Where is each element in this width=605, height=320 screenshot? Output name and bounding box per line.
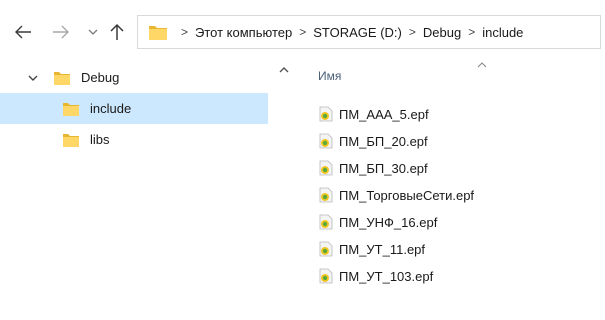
tree-item-label: include: [90, 101, 132, 116]
navigation-pane: Debug include libs: [0, 62, 280, 320]
content-pane: Имя ПМ_ААА_5.epf ПМ_БП_20.epf ПМ_БП_30.e…: [291, 62, 605, 320]
folder-icon: [149, 26, 167, 40]
file-item[interactable]: ПМ_УТ_103.epf: [319, 264, 433, 288]
tree-item-label: Debug: [81, 70, 120, 85]
file-item[interactable]: ПМ_ААА_5.epf: [319, 102, 429, 126]
file-item[interactable]: ПМ_БП_20.epf: [319, 129, 428, 153]
sort-ascending-icon: [477, 62, 487, 68]
epf-file-icon: [319, 187, 333, 203]
back-button[interactable]: [10, 20, 36, 44]
breadcrumb-item-include[interactable]: include: [482, 25, 523, 40]
breadcrumb-item-debug[interactable]: Debug: [423, 25, 461, 40]
folder-icon: [54, 71, 70, 85]
scroll-up-icon[interactable]: [277, 64, 291, 76]
tree-item-libs[interactable]: libs: [0, 124, 268, 155]
arrow-left-icon: [15, 25, 31, 39]
address-toolbar: > Этот компьютер > STORAGE (D:) > Debug …: [0, 0, 605, 62]
file-item[interactable]: ПМ_БП_30.epf: [319, 156, 428, 180]
file-name: ПМ_УТ_11.epf: [339, 241, 426, 257]
chevron-down-icon[interactable]: [27, 72, 39, 84]
file-explorer-window: > Этот компьютер > STORAGE (D:) > Debug …: [0, 0, 605, 320]
file-name: ПМ_ТорговыеСети.epf: [339, 187, 475, 203]
up-button[interactable]: [105, 20, 129, 44]
tree-item-label: libs: [90, 132, 110, 147]
recent-locations-button[interactable]: [85, 20, 101, 44]
epf-file-icon: [319, 133, 333, 149]
forward-button[interactable]: [48, 20, 74, 44]
file-name: ПМ_ААА_5.epf: [339, 106, 429, 122]
folder-icon: [63, 102, 79, 116]
epf-file-icon: [319, 106, 333, 122]
epf-file-icon: [319, 160, 333, 176]
epf-file-icon: [319, 268, 333, 284]
arrow-right-icon: [53, 25, 69, 39]
file-name: ПМ_БП_30.epf: [339, 160, 428, 176]
tree-item-debug[interactable]: Debug: [0, 62, 268, 93]
file-item[interactable]: ПМ_УНФ_16.epf: [319, 210, 437, 234]
column-header-name[interactable]: Имя: [318, 69, 341, 83]
tree-item-include[interactable]: include: [0, 93, 268, 124]
breadcrumb-separator: >: [299, 25, 307, 39]
address-bar[interactable]: > Этот компьютер > STORAGE (D:) > Debug …: [137, 15, 601, 49]
arrow-up-icon: [110, 23, 124, 40]
file-name: ПМ_БП_20.epf: [339, 133, 428, 149]
breadcrumb-separator: >: [408, 25, 416, 39]
epf-file-icon: [319, 241, 333, 257]
chevron-down-icon: [88, 29, 98, 35]
file-item[interactable]: ПМ_УТ_11.epf: [319, 237, 425, 261]
breadcrumb-separator: >: [468, 25, 476, 39]
epf-file-icon: [319, 214, 333, 230]
file-name: ПМ_УТ_103.epf: [339, 268, 434, 284]
folder-icon: [63, 133, 79, 147]
breadcrumb-separator: >: [181, 25, 189, 39]
breadcrumb-item-this-pc[interactable]: Этот компьютер: [195, 25, 292, 40]
file-name: ПМ_УНФ_16.epf: [339, 214, 438, 230]
file-item[interactable]: ПМ_ТорговыеСети.epf: [319, 183, 474, 207]
breadcrumb-item-storage[interactable]: STORAGE (D:): [313, 25, 402, 40]
